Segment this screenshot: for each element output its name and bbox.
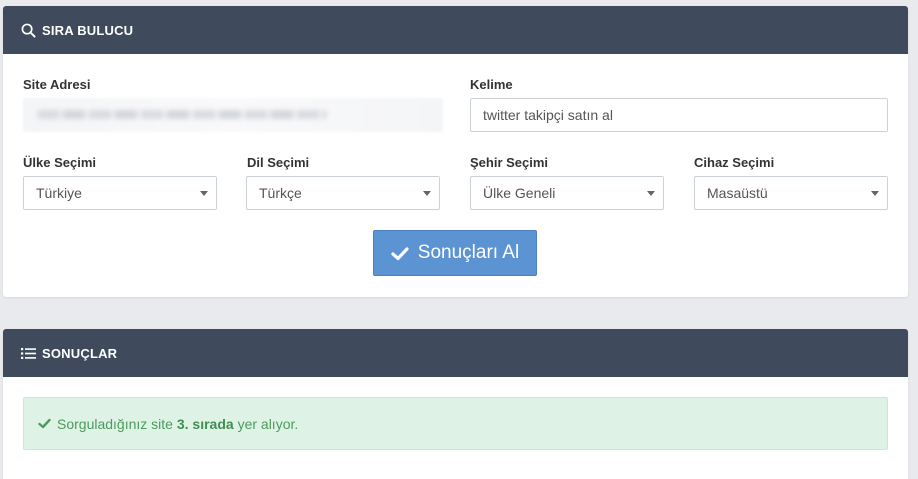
result-success-alert: Sorguladığınız site 3. sırada yer alıyor… (23, 397, 888, 450)
site-address-redacted (37, 110, 327, 119)
rank-finder-header: SIRA BULUCU (3, 6, 908, 54)
language-value: Türkçe (259, 185, 302, 201)
rank-finder-panel: SIRA BULUCU Site Adresi Kelime twitter t… (3, 6, 908, 297)
site-address-label: Site Adresi (23, 77, 91, 92)
device-label: Cihaz Seçimi (694, 155, 775, 170)
get-results-label: Sonuçları Al (417, 242, 520, 263)
keyword-label: Kelime (470, 77, 513, 92)
chevron-down-icon (423, 191, 431, 196)
rank-finder-title: SIRA BULUCU (42, 22, 134, 38)
language-select[interactable]: Türkçe (246, 176, 440, 210)
chevron-down-icon (871, 191, 879, 196)
get-results-button[interactable]: Sonuçları Al (373, 230, 537, 276)
country-label: Ülke Seçimi (23, 155, 96, 170)
country-select[interactable]: Türkiye (23, 176, 217, 210)
list-icon (21, 345, 37, 361)
device-select[interactable]: Masaüstü (694, 176, 888, 210)
results-header: SONUÇLAR (3, 329, 908, 377)
city-select[interactable]: Ülke Geneli (470, 176, 664, 210)
site-address-input[interactable] (23, 98, 443, 132)
result-message-prefix: Sorguladığınız site (57, 415, 177, 432)
result-rank: 3. sırada (176, 415, 234, 432)
keyword-value: twitter takipçi satın al (483, 107, 613, 123)
city-value: Ülke Geneli (483, 185, 556, 201)
language-label: Dil Seçimi (247, 155, 310, 170)
chevron-down-icon (200, 191, 208, 196)
results-panel: SONUÇLAR Sorguladığınız site 3. sırada y… (3, 329, 908, 479)
country-value: Türkiye (36, 185, 82, 201)
results-title: SONUÇLAR (42, 345, 118, 361)
search-icon (21, 22, 37, 38)
chevron-down-icon (647, 191, 655, 196)
device-value: Masaüstü (707, 185, 768, 201)
check-icon (38, 418, 51, 429)
result-message-suffix: yer alıyor. (233, 415, 299, 432)
city-label: Şehir Seçimi (470, 155, 549, 170)
keyword-input[interactable]: twitter takipçi satın al (470, 98, 888, 132)
check-icon (391, 246, 409, 261)
